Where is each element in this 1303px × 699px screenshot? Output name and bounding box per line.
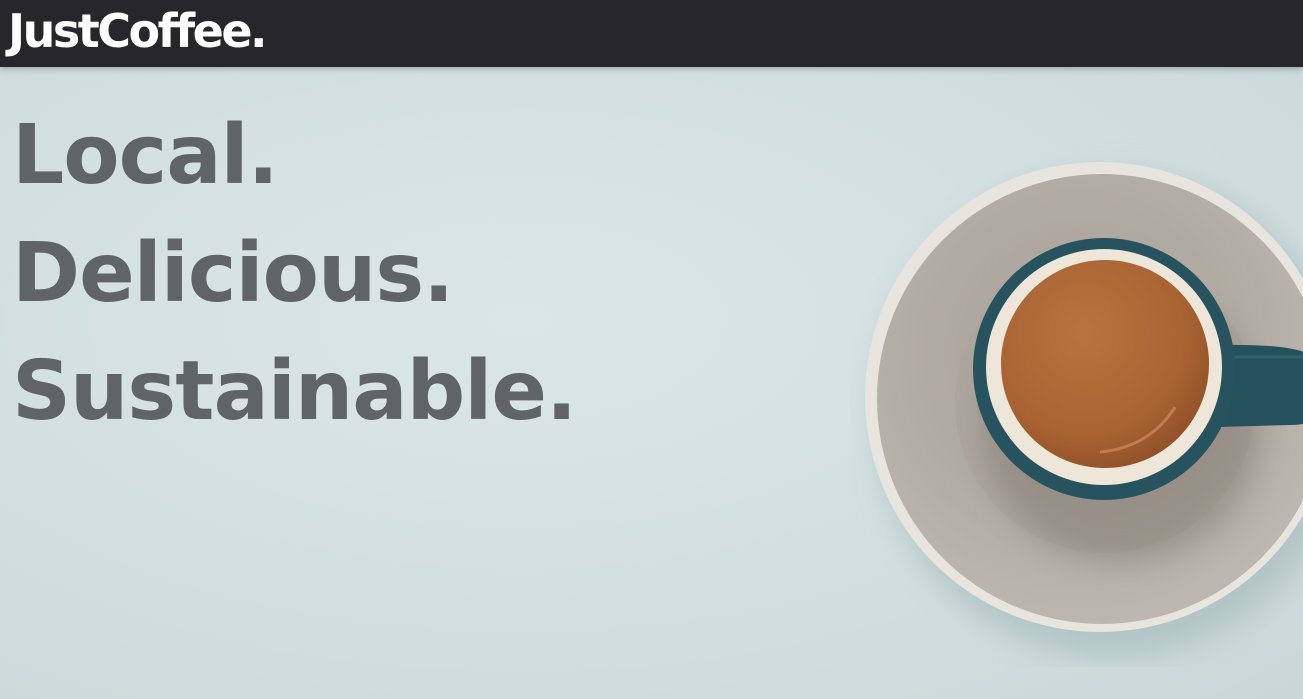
coffee-cup-icon xyxy=(865,162,1303,657)
site-header: JustCoffee. xyxy=(0,0,1303,67)
logo-link[interactable]: JustCoffee. xyxy=(8,0,268,62)
hero-tagline: Local. Delicious. Sustainable. xyxy=(12,97,577,451)
tagline-line-local: Local. xyxy=(12,108,279,203)
logo-text: JustCoffee. xyxy=(8,4,268,58)
tagline-line-sustainable: Sustainable. xyxy=(12,344,577,439)
coffee-surface xyxy=(1001,260,1209,468)
hero-banner: Local. Delicious. Sustainable. xyxy=(0,67,1303,699)
tagline-line-delicious: Delicious. xyxy=(12,226,454,321)
